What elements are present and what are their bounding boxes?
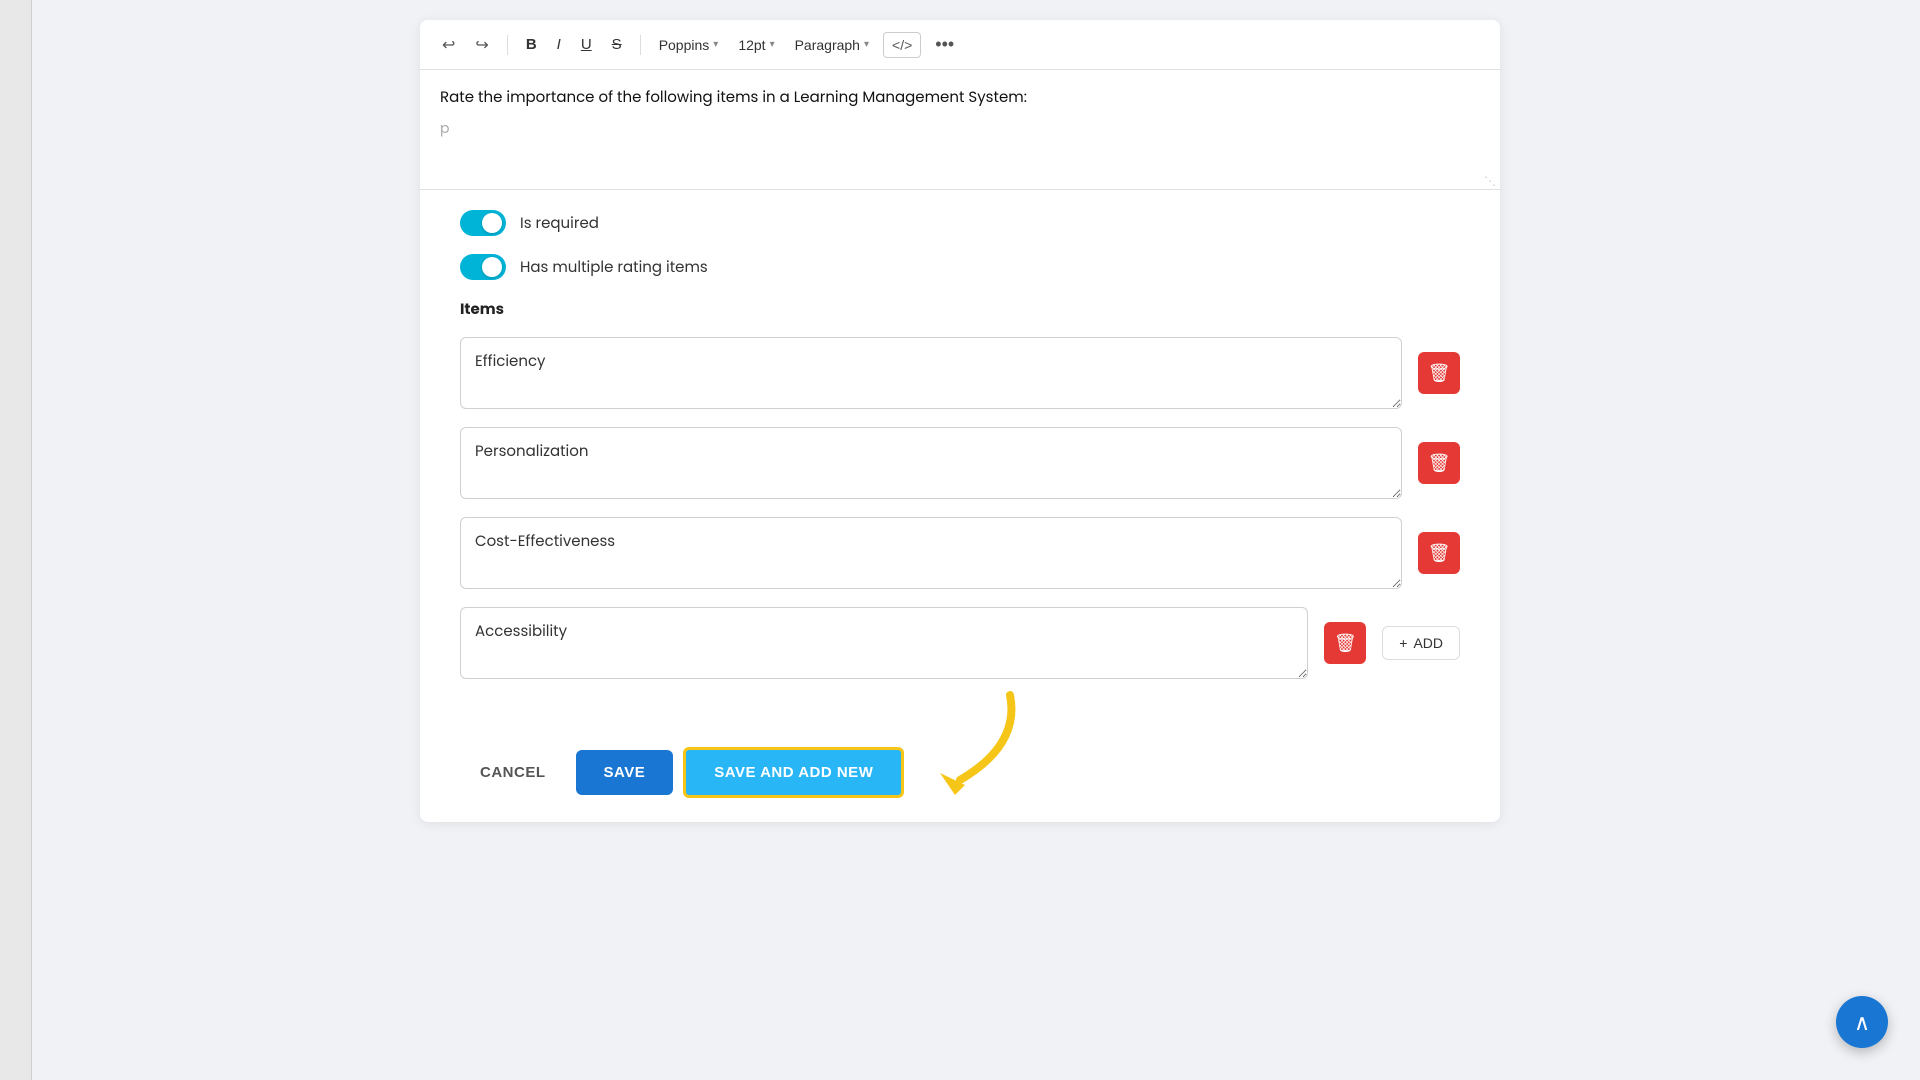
sidebar-bar: [0, 0, 32, 1080]
fab-button[interactable]: ∧: [1836, 996, 1888, 1048]
item-input-2[interactable]: Cost-Effectiveness: [460, 517, 1402, 589]
has-multiple-row: Has multiple rating items: [460, 254, 1460, 280]
save-button[interactable]: SAVE: [576, 750, 674, 795]
add-label: ADD: [1413, 635, 1443, 651]
italic-icon: I: [557, 36, 561, 53]
items-section-label: Items: [460, 298, 1460, 321]
delete-item-3-button[interactable]: 🗑: [1324, 622, 1366, 664]
delete-item-0-button[interactable]: 🗑: [1418, 352, 1460, 394]
trash-icon-0: 🗑: [1428, 363, 1451, 384]
item-row-3: Accessibility 🗑 + ADD: [460, 607, 1460, 679]
strikethrough-button[interactable]: S: [606, 32, 628, 57]
bold-icon: B: [526, 36, 537, 53]
item-input-3[interactable]: Accessibility: [460, 607, 1308, 679]
is-required-toggle[interactable]: [460, 210, 506, 236]
chevron-down-icon-3: ▾: [864, 39, 869, 50]
fab-icon: ∧: [1854, 1006, 1870, 1039]
editor-text: Rate the importance of the following ite…: [440, 86, 1480, 110]
delete-item-1-button[interactable]: 🗑: [1418, 442, 1460, 484]
item-row-0: Efficiency 🗑: [460, 337, 1460, 409]
bold-button[interactable]: B: [520, 32, 543, 57]
font-size-label: 12pt: [738, 37, 765, 53]
undo-button[interactable]: ↩: [436, 31, 461, 59]
is-required-row: Is required: [460, 210, 1460, 236]
strikethrough-icon: S: [612, 36, 622, 53]
is-required-label: Is required: [520, 212, 599, 235]
toolbar: ↩ ↪ B I U S Poppins ▾: [420, 20, 1500, 70]
resize-handle[interactable]: ⋱: [1484, 173, 1496, 185]
redo-icon: ↪: [475, 37, 488, 54]
underline-icon: U: [581, 36, 592, 53]
more-icon: •••: [935, 34, 954, 54]
item-input-0[interactable]: Efficiency: [460, 337, 1402, 409]
has-multiple-toggle[interactable]: [460, 254, 506, 280]
item-row-2: Cost-Effectiveness 🗑: [460, 517, 1460, 589]
chevron-down-icon-2: ▾: [770, 39, 775, 50]
editor-area[interactable]: Rate the importance of the following ite…: [420, 70, 1500, 190]
item-input-1[interactable]: Personalization: [460, 427, 1402, 499]
save-and-add-new-button[interactable]: SAVE AND ADD NEW: [683, 747, 904, 798]
paragraph-label: Paragraph: [795, 37, 860, 53]
item-row-1: Personalization 🗑: [460, 427, 1460, 499]
page-wrapper: ↩ ↪ B I U S Poppins ▾: [0, 0, 1920, 1080]
toolbar-divider-2: [640, 35, 641, 55]
trash-icon-3: 🗑: [1334, 633, 1357, 654]
trash-icon-2: 🗑: [1428, 543, 1451, 564]
has-multiple-label: Has multiple rating items: [520, 256, 708, 279]
form-body: Is required Has multiple rating items It…: [420, 190, 1500, 727]
font-size-select[interactable]: 12pt ▾: [732, 33, 780, 57]
toolbar-divider-1: [507, 35, 508, 55]
code-button[interactable]: </>: [883, 32, 921, 58]
redo-button[interactable]: ↪: [469, 31, 494, 59]
paragraph-select[interactable]: Paragraph ▾: [789, 33, 875, 57]
font-family-label: Poppins: [659, 37, 710, 53]
underline-button[interactable]: U: [575, 32, 598, 57]
cancel-button[interactable]: CANCEL: [460, 752, 566, 793]
add-item-button[interactable]: + ADD: [1382, 626, 1460, 660]
code-icon: </>: [892, 37, 912, 53]
font-family-select[interactable]: Poppins ▾: [653, 33, 725, 57]
undo-icon: ↩: [442, 37, 455, 54]
italic-button[interactable]: I: [551, 32, 567, 57]
more-options-button[interactable]: •••: [929, 30, 960, 59]
add-icon: +: [1399, 635, 1407, 651]
form-card: ↩ ↪ B I U S Poppins ▾: [420, 20, 1500, 822]
editor-placeholder: p: [440, 118, 1480, 139]
chevron-down-icon: ▾: [713, 39, 718, 50]
delete-item-2-button[interactable]: 🗑: [1418, 532, 1460, 574]
footer: CANCEL SAVE SAVE AND ADD NEW: [420, 727, 1500, 822]
trash-icon-1: 🗑: [1428, 453, 1451, 474]
